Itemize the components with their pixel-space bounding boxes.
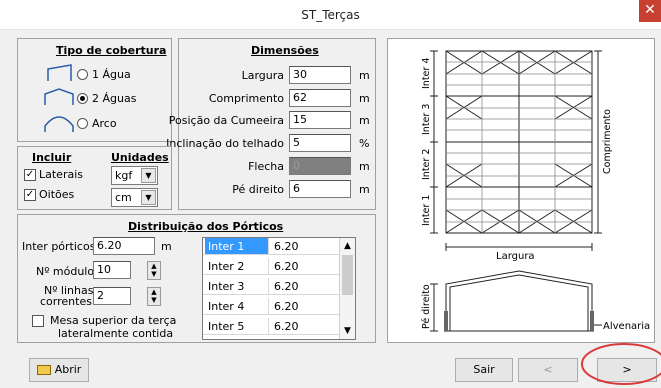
porticos-panel: Distribuição dos Pórticos Inter pórticos… <box>17 214 376 343</box>
modulos-input[interactable]: 10 <box>93 261 131 279</box>
largura-label: Largura <box>496 251 535 262</box>
table-cell-name: Inter 3 <box>205 278 269 294</box>
comprimento-label: Comprimento <box>602 109 613 174</box>
open-button-label: Abrir <box>54 363 82 376</box>
comprimento-unit: m <box>359 92 370 105</box>
modulos-stepper[interactable]: ▲ ▼ <box>147 261 161 280</box>
inter1-label: Inter 1 <box>421 195 432 226</box>
inclinacao-unit: % <box>359 137 370 150</box>
inclinacao-input[interactable]: 5 <box>289 134 351 152</box>
force-unit-value: kgf <box>115 169 133 182</box>
table-cell-name: Inter 5 <box>205 318 269 334</box>
porticos-heading: Distribuição dos Pórticos <box>128 220 284 233</box>
radio-one-slope[interactable] <box>77 69 88 80</box>
inter3-label: Inter 3 <box>421 104 432 135</box>
dimensoes-panel: Dimensões Largura 30 m Comprimento 62 m … <box>166 38 376 210</box>
inclinacao-label: Inclinação do telhado <box>166 137 284 150</box>
table-cell-value[interactable]: 6.20 <box>271 278 341 294</box>
table-scrollbar[interactable]: ▲ ▼ <box>339 238 355 339</box>
flecha-label: Flecha <box>248 160 284 173</box>
scroll-down-icon[interactable]: ▼ <box>340 323 355 339</box>
inter2-label: Inter 2 <box>421 149 432 180</box>
force-unit-select[interactable]: kgf ▼ <box>111 166 158 185</box>
window-title: ST_Terças <box>301 8 360 22</box>
pe-direito-label: Pé direito <box>232 183 284 196</box>
one-slope-roof-icon <box>47 64 72 81</box>
pe-direito-input[interactable]: 6 <box>289 180 351 198</box>
table-row[interactable]: Inter 2 6.20 <box>203 258 341 275</box>
inter-porticos-input[interactable]: 6.20 <box>93 237 155 255</box>
cobertura-panel: Tipo de cobertura 1 Água 2 Águas Arco <box>17 38 172 142</box>
largura-unit: m <box>359 69 370 82</box>
previous-button[interactable]: < <box>518 358 578 382</box>
table-row[interactable]: Inter 1 6.20 <box>203 238 341 255</box>
mesa-label-line2: lateralmente contida <box>58 327 174 340</box>
table-row[interactable]: Inter 3 6.20 <box>203 278 341 295</box>
radio-two-slopes[interactable] <box>77 93 88 104</box>
scroll-up-icon[interactable]: ▲ <box>340 238 355 254</box>
open-button[interactable]: Abrir <box>29 358 89 382</box>
plan-and-elevation-drawing: Inter 4 Inter 3 Inter 2 Inter 1 Comprime… <box>421 50 650 332</box>
inter-porticos-table[interactable]: Inter 1 6.20 Inter 2 6.20 Inter 3 6.20 I… <box>202 237 356 340</box>
radio-two-slopes-label: 2 Águas <box>92 92 137 105</box>
inter-porticos-unit: m <box>161 240 172 253</box>
pe-direito-unit: m <box>359 183 370 196</box>
flecha-unit: m <box>359 160 370 173</box>
oitoes-label: Oitões <box>39 188 75 201</box>
table-row[interactable]: Inter 4 6.20 <box>203 298 341 315</box>
inter-porticos-label: Inter pórticos <box>22 240 96 253</box>
mesa-checkbox[interactable] <box>32 315 44 327</box>
exit-button-label: Sair <box>473 363 495 376</box>
title-bar: ST_Terças ✕ <box>0 0 661 30</box>
pe-direito-label: Pé direito <box>421 284 432 329</box>
linhas-label-line2: correntes <box>40 295 92 308</box>
comprimento-label: Comprimento <box>208 92 284 105</box>
annotation-circle <box>581 343 661 385</box>
oitoes-checkbox[interactable]: ✓ <box>24 189 36 201</box>
table-cell-value[interactable]: 6.20 <box>271 258 341 274</box>
mesa-label-line1: Mesa superior da terça <box>50 314 177 327</box>
laterais-label: Laterais <box>39 168 83 181</box>
scroll-thumb[interactable] <box>342 255 353 295</box>
linhas-stepper[interactable]: ▲ ▼ <box>147 287 161 306</box>
table-cell-value[interactable]: 6.20 <box>271 318 341 334</box>
close-button[interactable]: ✕ <box>639 0 661 22</box>
dimensoes-heading: Dimensões <box>251 44 319 57</box>
comprimento-input[interactable]: 62 <box>289 89 351 107</box>
length-unit-select[interactable]: cm ▼ <box>111 188 158 207</box>
cumeeira-label: Posição da Cumeeira <box>168 114 284 127</box>
folder-open-icon <box>36 365 51 375</box>
inter4-label: Inter 4 <box>421 58 432 89</box>
table-cell-value[interactable]: 6.20 <box>271 298 341 314</box>
unidades-heading: Unidades <box>111 151 169 164</box>
table-row[interactable]: Inter 5 6.20 <box>203 318 341 335</box>
two-slope-roof-icon <box>44 88 74 105</box>
modulos-label: Nº módulos <box>36 265 100 278</box>
table-cell-name: Inter 4 <box>205 298 269 314</box>
flecha-input: 0 <box>289 157 351 175</box>
previous-button-label: < <box>543 363 553 376</box>
radio-one-slope-label: 1 Água <box>92 68 131 81</box>
incluir-unidades-panel: Incluir Unidades ✓ Laterais ✓ Oitões kgf… <box>17 146 172 210</box>
chevron-down-icon: ▼ <box>141 190 156 205</box>
chevron-down-icon: ▼ <box>141 168 156 183</box>
structure-drawing: Inter 4 Inter 3 Inter 2 Inter 1 Comprime… <box>387 38 655 343</box>
exit-button[interactable]: Sair <box>455 358 513 382</box>
largura-label: Largura <box>241 69 284 82</box>
cobertura-heading: Tipo de cobertura <box>56 44 167 57</box>
table-cell-name: Inter 1 <box>205 238 269 254</box>
laterais-checkbox[interactable]: ✓ <box>24 169 36 181</box>
length-unit-value: cm <box>115 191 132 204</box>
radio-arch-label: Arco <box>92 117 117 130</box>
table-cell-name: Inter 2 <box>205 258 269 274</box>
arch-roof-icon <box>44 116 74 132</box>
cumeeira-input[interactable]: 15 <box>289 111 351 129</box>
cumeeira-unit: m <box>359 114 370 127</box>
linhas-input[interactable]: 2 <box>93 287 131 305</box>
alvenaria-label: Alvenaria <box>603 321 650 332</box>
radio-arch[interactable] <box>77 118 88 129</box>
incluir-heading: Incluir <box>32 151 72 164</box>
table-cell-value[interactable]: 6.20 <box>271 238 341 254</box>
largura-input[interactable]: 30 <box>289 66 351 84</box>
